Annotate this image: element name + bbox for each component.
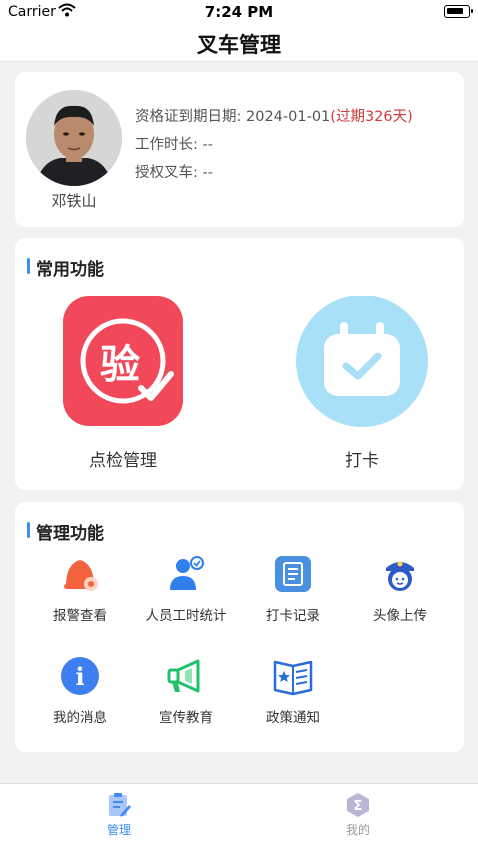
checkin-label: 打卡 <box>345 451 379 471</box>
avatar-upload-icon <box>386 561 414 591</box>
avatar[interactable] <box>26 90 122 186</box>
tab-mine[interactable]: Σ 我的 <box>298 792 418 838</box>
publicity-education-label: 宣传教育 <box>159 710 213 726</box>
profile-card: 邓铁山 资格证到期日期: 2024-01-01(过期326天) 工作时长: --… <box>15 72 464 227</box>
work-hours-value: -- <box>202 137 213 153</box>
checkin-record-icon <box>275 556 311 592</box>
cert-expired-status: (过期326天) <box>330 109 413 125</box>
alarm-view-label: 报警查看 <box>53 608 107 624</box>
my-messages-label: 我的消息 <box>53 710 107 726</box>
management-functions-title: 管理功能 <box>27 519 104 544</box>
work-hours-line: 工作时长: -- <box>135 133 213 154</box>
tab-bar: 管理 Σ 我的 <box>0 783 478 850</box>
management-tab-icon <box>109 793 131 817</box>
management-functions-card: 管理功能 报警查看 人员工时统计 打卡记录 头像上传 i 我的消息 宣传教育 政… <box>15 502 464 752</box>
tab-mine-label: 我的 <box>345 823 370 837</box>
page-title: 叉车管理 <box>197 33 281 57</box>
battery-icon <box>444 5 473 18</box>
authorized-forklift-value: -- <box>202 165 213 181</box>
common-functions-title: 常用功能 <box>27 255 104 280</box>
status-bar: Carrier 7:24 PM <box>0 0 478 24</box>
authorized-forklift-label: 授权叉车: <box>135 165 203 181</box>
common-functions-card: 常用功能 验 点检管理 打卡 <box>15 238 464 490</box>
nav-bar: 叉车管理 <box>0 24 478 62</box>
cert-expiry-date: 2024-01-01 <box>246 109 331 125</box>
staff-hours-label: 人员工时统计 <box>145 608 227 624</box>
megaphone-icon <box>167 659 200 693</box>
authorized-forklift-line: 授权叉车: -- <box>135 161 213 182</box>
info-icon: i <box>61 657 99 695</box>
checkin-calendar-icon <box>296 295 428 427</box>
staff-hours-icon <box>170 556 204 590</box>
tab-management-label: 管理 <box>106 823 131 837</box>
mine-tab-icon: Σ <box>347 793 369 817</box>
work-hours-label: 工作时长: <box>135 137 203 153</box>
status-time: 7:24 PM <box>204 3 274 21</box>
inspection-icon-glyph: 验 <box>100 342 140 388</box>
cert-expiry-label: 资格证到期日期: <box>135 109 246 125</box>
cert-expiry-line: 资格证到期日期: 2024-01-01(过期326天) <box>135 105 413 126</box>
alarm-bell-icon <box>64 560 98 591</box>
policy-book-icon <box>273 660 313 696</box>
inspection-management-button[interactable]: 验 点检管理 <box>43 296 203 476</box>
info-icon-glyph: i <box>75 662 84 691</box>
checkin-record-label: 打卡记录 <box>266 608 320 624</box>
inspection-icon: 验 <box>63 296 183 426</box>
checkin-button[interactable]: 打卡 <box>282 295 442 476</box>
avatar-photo <box>26 90 122 186</box>
avatar-upload-label: 头像上传 <box>373 608 427 624</box>
user-name: 邓铁山 <box>51 192 97 210</box>
tab-management[interactable]: 管理 <box>59 792 179 838</box>
policy-notice-label: 政策通知 <box>266 710 320 726</box>
mine-tab-icon-glyph: Σ <box>354 799 363 814</box>
inspection-management-label: 点检管理 <box>89 451 157 471</box>
